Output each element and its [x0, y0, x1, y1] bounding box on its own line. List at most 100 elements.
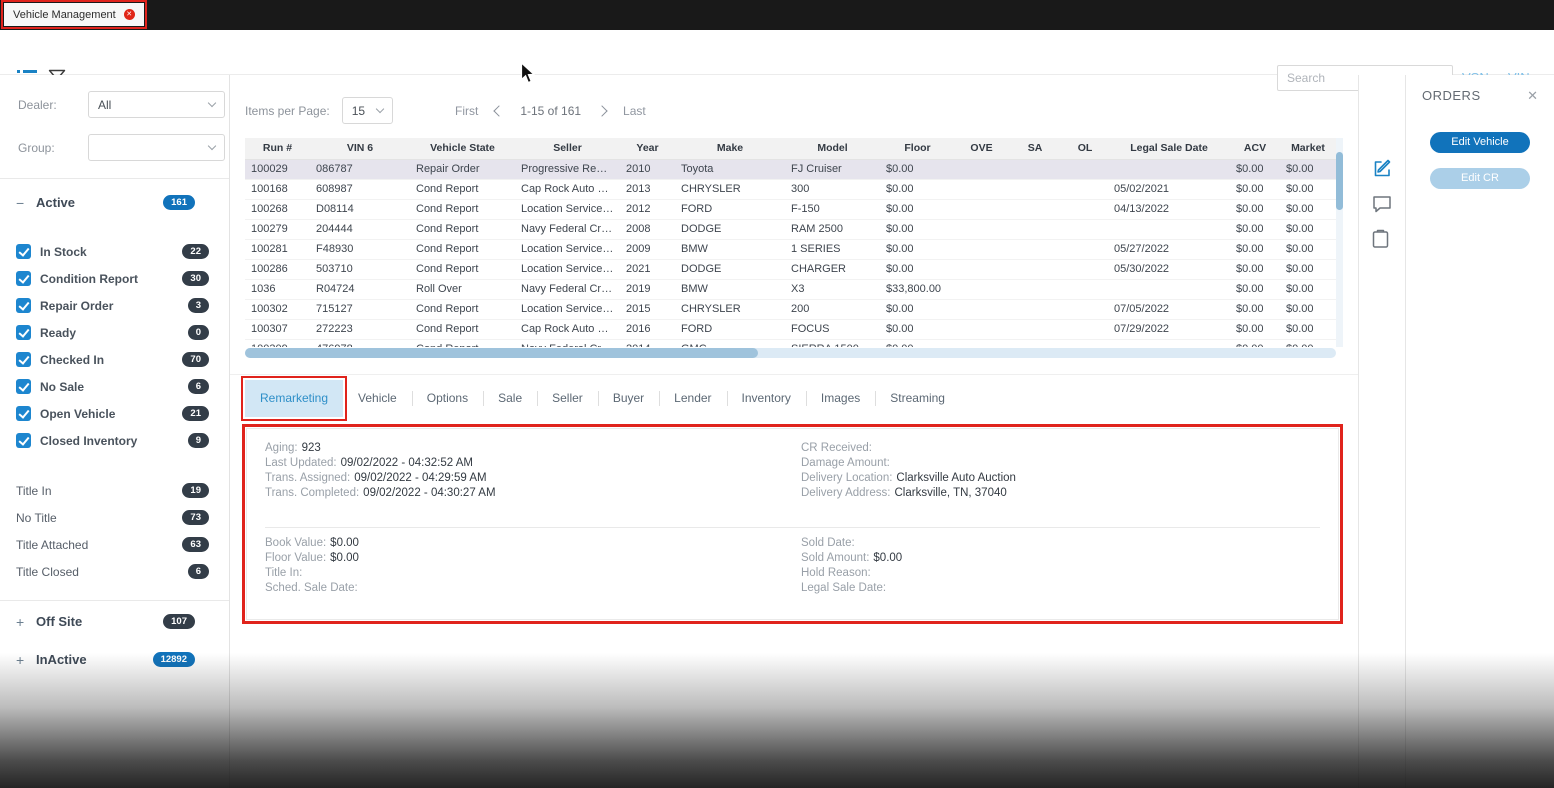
group-select[interactable] — [88, 134, 225, 161]
tab-close-icon[interactable]: ✕ — [124, 9, 135, 20]
column-header[interactable]: ACV — [1230, 138, 1280, 159]
title-filter-item[interactable]: Title In 19 — [0, 477, 229, 504]
table-row[interactable]: 100302 715127 Cond Report Location Servi… — [245, 299, 1336, 319]
checkbox-checked-icon[interactable] — [16, 298, 31, 313]
status-filter-item[interactable]: Closed Inventory 9 — [0, 427, 229, 454]
table-cell — [1062, 279, 1108, 299]
divider — [230, 374, 1358, 375]
status-filter-item[interactable]: Condition Report 30 — [0, 265, 229, 292]
detail-field: Damage Amount: — [801, 456, 1016, 471]
column-header[interactable]: Make — [675, 138, 785, 159]
pagination-first-button[interactable]: First — [455, 104, 478, 118]
checkbox-checked-icon[interactable] — [16, 379, 31, 394]
table-row[interactable]: 100168 608987 Cond Report Cap Rock Auto … — [245, 179, 1336, 199]
sidebar-section-off-site[interactable]: + Off Site 107 — [0, 608, 229, 635]
title-filter-item[interactable]: Title Attached 63 — [0, 531, 229, 558]
column-header[interactable]: Seller — [515, 138, 620, 159]
vehicle-grid: Run # VIN 6 Vehicle State Seller Year Ma… — [245, 138, 1336, 347]
items-per-page-select[interactable]: 15 — [342, 97, 393, 124]
status-filter-item[interactable]: No Sale 6 — [0, 373, 229, 400]
detail-label: Title In: — [265, 567, 302, 579]
table-row[interactable]: 100279 204444 Cond Report Navy Federal C… — [245, 219, 1336, 239]
table-cell: $0.00 — [1280, 179, 1336, 199]
expand-icon[interactable]: + — [16, 614, 30, 630]
pagination-last-button[interactable]: Last — [623, 104, 646, 118]
table-cell — [1008, 159, 1062, 179]
clipboard-icon[interactable] — [1372, 229, 1389, 249]
scrollbar-thumb[interactable] — [1336, 152, 1343, 210]
table-cell — [1008, 279, 1062, 299]
vertical-scrollbar[interactable] — [1336, 138, 1343, 347]
chat-icon[interactable] — [1372, 195, 1392, 213]
status-filter-item[interactable]: Checked In 70 — [0, 346, 229, 373]
table-row[interactable]: 100307 272223 Cond Report Cap Rock Auto … — [245, 319, 1336, 339]
tab[interactable]: Inventory — [727, 380, 806, 417]
tab[interactable]: Streaming — [875, 380, 960, 417]
table-row[interactable]: 1036 R04724 Roll Over Navy Federal Credi… — [245, 279, 1336, 299]
tab[interactable]: Vehicle — [343, 380, 412, 417]
table-cell: $0.00 — [880, 239, 955, 259]
tab[interactable]: Buyer — [598, 380, 659, 417]
table-row[interactable]: 100281 F48930 Cond Report Location Servi… — [245, 239, 1336, 259]
divider — [0, 600, 229, 601]
tab[interactable]: Options — [412, 380, 483, 417]
title-filter-item[interactable]: Title Closed 6 — [0, 558, 229, 585]
column-header[interactable]: OVE — [955, 138, 1008, 159]
column-header[interactable]: Run # — [245, 138, 310, 159]
table-row[interactable]: 100286 503710 Cond Report Location Servi… — [245, 259, 1336, 279]
table-cell — [955, 279, 1008, 299]
status-filter-item[interactable]: Open Vehicle 21 — [0, 400, 229, 427]
column-header[interactable]: Year — [620, 138, 675, 159]
tab[interactable]: Lender — [659, 380, 726, 417]
edit-cr-button[interactable]: Edit CR — [1430, 168, 1530, 189]
app-tab-vehicle-management[interactable]: Vehicle Management ✕ — [4, 3, 144, 26]
table-row[interactable]: 100029 086787 Repair Order Progressive R… — [245, 159, 1336, 179]
tab[interactable]: Sale — [483, 380, 537, 417]
column-header[interactable]: Model — [785, 138, 880, 159]
column-header[interactable]: OL — [1062, 138, 1108, 159]
chevron-right-icon[interactable] — [596, 105, 607, 116]
collapse-icon[interactable]: − — [16, 195, 30, 211]
sidebar-section-active[interactable]: − Active 161 — [0, 189, 229, 216]
column-header[interactable]: SA — [1008, 138, 1062, 159]
tab[interactable]: Remarketing — [245, 380, 343, 417]
table-cell — [1008, 179, 1062, 199]
checkbox-checked-icon[interactable] — [16, 406, 31, 421]
chevron-left-icon[interactable] — [494, 105, 505, 116]
pagination-range: 1-15 of 161 — [520, 104, 581, 118]
table-cell: $0.00 — [1280, 239, 1336, 259]
column-header[interactable]: Legal Sale Date — [1108, 138, 1230, 159]
sidebar-section-inactive[interactable]: + InActive 12892 — [0, 646, 229, 673]
status-filter-item[interactable]: Ready 0 — [0, 319, 229, 346]
table-row[interactable]: 100268 D08114 Cond Report Location Servi… — [245, 199, 1336, 219]
title-filter-item[interactable]: No Title 73 — [0, 504, 229, 531]
orders-title: ORDERS — [1422, 88, 1481, 103]
status-filter-item[interactable]: Repair Order 3 — [0, 292, 229, 319]
column-header[interactable]: VIN 6 — [310, 138, 410, 159]
table-cell: BMW — [675, 239, 785, 259]
detail-field: CR Received: — [801, 441, 1016, 456]
checkbox-checked-icon[interactable] — [16, 325, 31, 340]
column-header[interactable]: Floor — [880, 138, 955, 159]
table-row[interactable]: 100309 476978 Cond Report Navy Federal C… — [245, 339, 1336, 347]
close-icon[interactable]: ✕ — [1527, 89, 1538, 102]
tab[interactable]: Seller — [537, 380, 598, 417]
checkbox-checked-icon[interactable] — [16, 352, 31, 367]
status-filter-item[interactable]: In Stock 22 — [0, 238, 229, 265]
checkbox-checked-icon[interactable] — [16, 244, 31, 259]
checkbox-checked-icon[interactable] — [16, 433, 31, 448]
count-badge: 30 — [182, 271, 209, 286]
table-cell: RAM 2500 — [785, 219, 880, 239]
column-header[interactable]: Market — [1280, 138, 1336, 159]
table-cell: F48930 — [310, 239, 410, 259]
column-header[interactable]: Vehicle State — [410, 138, 515, 159]
dealer-select[interactable]: All — [88, 91, 225, 118]
edit-vehicle-button[interactable]: Edit Vehicle — [1430, 132, 1530, 153]
tab[interactable]: Images — [806, 380, 875, 417]
checkbox-checked-icon[interactable] — [16, 271, 31, 286]
edit-icon[interactable] — [1372, 158, 1393, 179]
scrollbar-thumb[interactable] — [245, 348, 758, 358]
expand-icon[interactable]: + — [16, 652, 30, 668]
horizontal-scrollbar[interactable] — [245, 348, 1336, 358]
table-cell — [1008, 259, 1062, 279]
